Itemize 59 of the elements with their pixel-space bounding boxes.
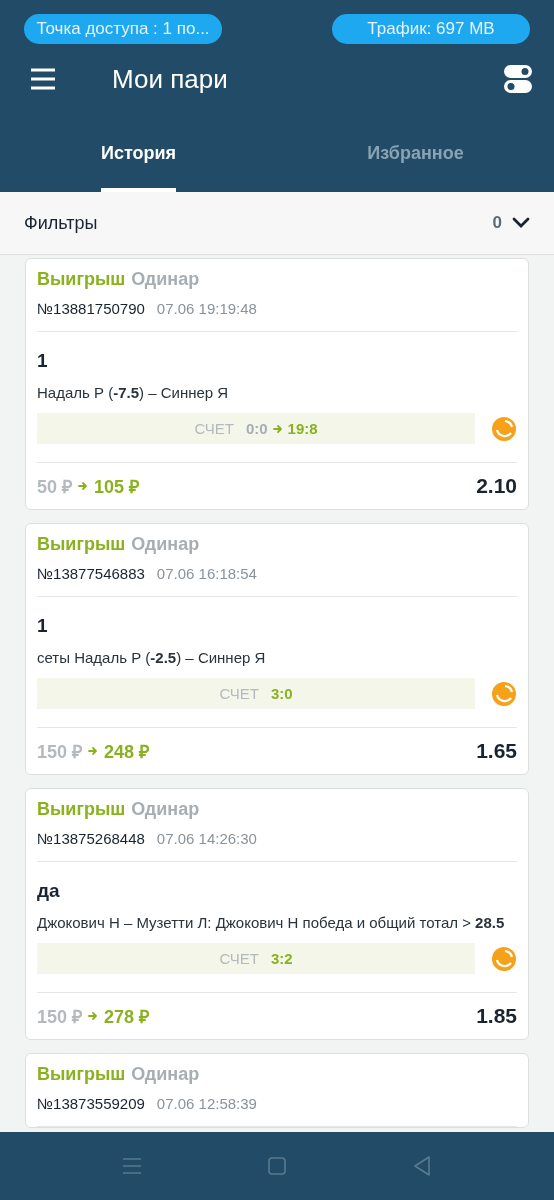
bet-datetime: 07.06 12:58:39 [156, 1095, 257, 1112]
bet-result: Выигрыш [37, 1064, 126, 1085]
toggle-icon[interactable] [504, 64, 532, 94]
arrow-icon [88, 1011, 99, 1021]
status-pill: Трафик: 697 MB [332, 14, 530, 44]
bet-pick: 1 [37, 350, 49, 372]
bet-card[interactable]: Выигрыш Одинар №13881750790 07.06 19:19:48 1 Надаль Р (-7.5) – Синнер Я СЧЕТ 0:0 19:8 50 ₽ 105 ₽ 2.10 [25, 258, 529, 510]
page-title: Мои пари [112, 63, 229, 95]
bet-odds: 1.85 [476, 1004, 517, 1028]
bet-event: Джокович Н – Музетти Л: Джокович Н победа и общий тотал > 28.5 [37, 914, 506, 931]
bet-number: №13881750790 [37, 300, 145, 317]
score-final: 3:2 [270, 950, 293, 967]
stake-amount: 150 ₽ [37, 1006, 83, 1028]
bet-type: Одинар [131, 1064, 200, 1085]
bet-card[interactable]: Выигрыш Одинар №13877546883 07.06 16:18:54 1 сеты Надаль Р (-2.5) – Синнер Я СЧЕТ 3:0 150 ₽ 248 ₽ 1.65 [25, 523, 529, 775]
filter-count: 0 [492, 213, 502, 233]
score-label: СЧЕТ [219, 685, 259, 702]
filters-label: Фильтры [24, 212, 99, 234]
score-final: 19:8 [287, 420, 318, 437]
tennis-ball-icon [491, 680, 517, 707]
tennis-ball-icon [491, 415, 517, 442]
arrow-icon [272, 423, 283, 434]
tab[interactable]: Избранное [277, 114, 554, 192]
filters-bar[interactable]: Фильтры 0 [0, 192, 554, 255]
bet-result: Выигрыш [37, 269, 126, 290]
bet-pick: 1 [37, 615, 49, 637]
bet-datetime: 07.06 16:18:54 [156, 565, 257, 582]
score-label: СЧЕТ [219, 950, 259, 967]
bet-number: №13873559209 [37, 1095, 145, 1112]
bet-odds: 2.10 [476, 474, 517, 498]
payout-amount: 105 ₽ [94, 476, 140, 498]
payout-amount: 248 ₽ [104, 741, 150, 763]
bet-result: Выигрыш [37, 534, 126, 555]
score-start: 0:0 [245, 420, 268, 437]
bet-pick: да [37, 880, 61, 902]
bet-type: Одинар [131, 534, 200, 555]
stake-amount: 150 ₽ [37, 741, 83, 763]
bet-type: Одинар [131, 799, 200, 820]
bet-odds: 1.65 [476, 739, 517, 763]
score-label: СЧЕТ [194, 420, 234, 437]
chevron-icon[interactable] [512, 217, 530, 229]
bet-datetime: 07.06 14:26:30 [156, 830, 257, 847]
menu-icon[interactable] [30, 68, 56, 90]
arrow-icon [88, 746, 99, 756]
bet-datetime: 07.06 19:19:48 [156, 300, 257, 317]
status-pill: Точка доступа : 1 по... [24, 14, 222, 44]
arrow-icon [78, 481, 89, 491]
bet-event: Надаль Р (-7.5) – Синнер Я [37, 384, 230, 401]
bet-number: №13877546883 [37, 565, 145, 582]
stake-amount: 50 ₽ [37, 476, 73, 498]
bet-number: №13875268448 [37, 830, 145, 847]
bet-card[interactable]: Выигрыш Одинар №13875268448 07.06 14:26:30 да Джокович Н – Музетти Л: Джокович Н победа и общий тотал > 28.5 СЧЕТ 3:2 150 ₽ 278 ₽ 1.85 [25, 788, 529, 1040]
bet-result: Выигрыш [37, 799, 126, 820]
score-final: 3:0 [270, 685, 293, 702]
bet-type: Одинар [131, 269, 200, 290]
bet-card[interactable]: Выигрыш Одинар №13873559209 07.06 12:58:39 [25, 1053, 529, 1128]
payout-amount: 278 ₽ [104, 1006, 150, 1028]
bet-event: сеты Надаль Р (-2.5) – Синнер Я [37, 649, 267, 666]
tennis-ball-icon [491, 945, 517, 972]
